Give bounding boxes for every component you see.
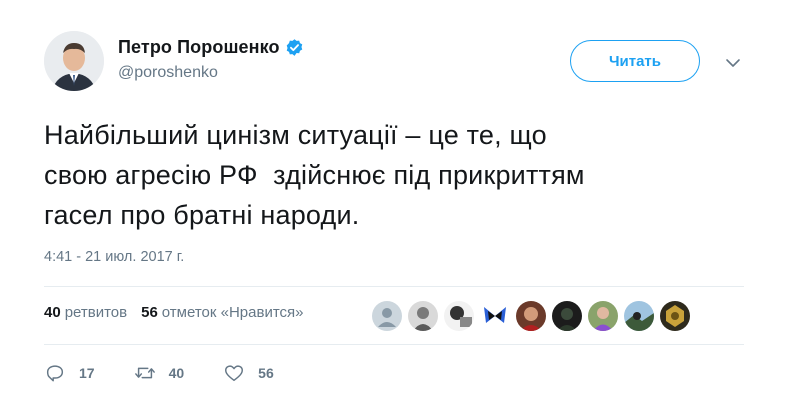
reply-icon [46, 365, 64, 382]
user-avatar-dark-icon[interactable] [552, 301, 582, 331]
reply-count: 17 [79, 365, 95, 381]
user-avatar-red-icon[interactable] [516, 301, 546, 331]
verified-badge-icon [285, 38, 304, 57]
follow-button[interactable]: Читать [570, 40, 700, 82]
tweet-stats: 40 ретвитов 56 отметок «Нравится» [44, 304, 317, 321]
heart-icon [225, 365, 244, 382]
default-avatar[interactable] [372, 301, 402, 331]
retweet-count: 40 [168, 365, 185, 381]
user-avatar-bw-icon[interactable] [444, 301, 474, 331]
tweet-timestamp[interactable]: 4:41 - 21 июл. 2017 г. [44, 249, 184, 265]
user-avatar-gray-icon[interactable] [408, 301, 438, 331]
butterfly-avatar-icon[interactable] [480, 301, 510, 331]
user-avatar-gold-icon[interactable] [660, 301, 690, 331]
author-avatar[interactable] [44, 31, 104, 91]
likes-stat-count: 56 [141, 304, 158, 321]
divider [44, 344, 744, 345]
divider [44, 286, 744, 287]
tweet-text: Найбільший цинізм ситуації – це те, що с… [44, 120, 585, 230]
retweets-stat-count: 40 [44, 304, 61, 321]
author-handle[interactable]: @poroshenko [118, 64, 218, 82]
reply-button[interactable]: 17 [44, 362, 95, 384]
retweet-icon [134, 367, 155, 379]
chevron-down-icon[interactable] [724, 54, 742, 72]
retweets-stat[interactable]: 40 ретвитов [44, 304, 127, 321]
like-button[interactable]: 56 [223, 362, 274, 384]
author-name[interactable]: Петро Порошенко [118, 37, 280, 58]
liked-by-avatars [372, 301, 696, 331]
likes-stat-label: отметок «Нравится» [161, 304, 304, 321]
tweet-actions: 17 40 56 [44, 362, 313, 384]
retweets-stat-label: ретвитов [64, 304, 128, 321]
likes-stat[interactable]: 56 отметок «Нравится» [141, 304, 303, 321]
user-avatar-landscape-icon[interactable] [624, 301, 654, 331]
author-name-line[interactable]: Петро Порошенко [118, 37, 304, 58]
retweet-button[interactable]: 40 [134, 362, 185, 384]
user-avatar-purple-icon[interactable] [588, 301, 618, 331]
like-count: 56 [258, 365, 274, 381]
